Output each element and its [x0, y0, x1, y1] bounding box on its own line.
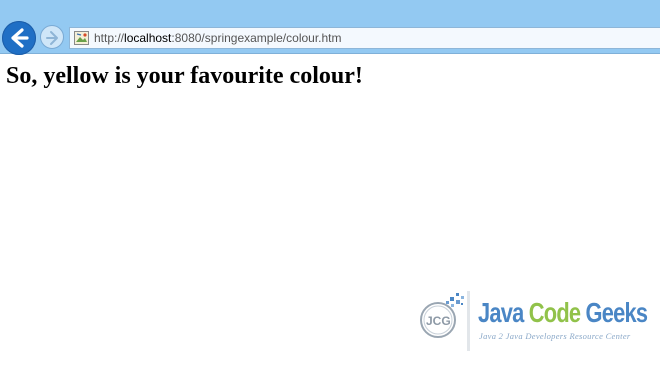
arrow-left-icon: [11, 28, 29, 48]
jcg-logo-icon: JCG: [420, 291, 470, 351]
url-path: :8080/springexample/colour.htm: [171, 31, 342, 45]
watermark-logo: JCG Java Code Geeks Java 2 Java Develope…: [412, 287, 648, 353]
page-heading: So, yellow is your favourite colour!: [6, 63, 363, 89]
watermark-word-geeks: Geeks: [585, 297, 648, 328]
broken-image-icon: [74, 31, 89, 45]
watermark-wordmark: Java Code Geeks: [478, 297, 648, 329]
address-bar[interactable]: http://localhost:8080/springexample/colo…: [69, 27, 660, 49]
watermark-word-java: Java: [478, 297, 524, 328]
watermark-tagline: Java 2 Java Developers Resource Center: [479, 331, 631, 341]
browser-toolbar: http://localhost:8080/springexample/colo…: [0, 0, 660, 55]
toolbar-divider: [0, 53, 660, 54]
back-button[interactable]: [2, 21, 36, 55]
watermark-word-code: Code: [528, 297, 581, 328]
svg-text:JCG: JCG: [426, 314, 451, 328]
arrow-right-icon: [46, 31, 58, 45]
url-host: localhost: [124, 31, 172, 45]
url-scheme: http://: [94, 31, 125, 45]
address-text[interactable]: http://localhost:8080/springexample/colo…: [94, 31, 342, 45]
forward-button[interactable]: [40, 25, 64, 49]
